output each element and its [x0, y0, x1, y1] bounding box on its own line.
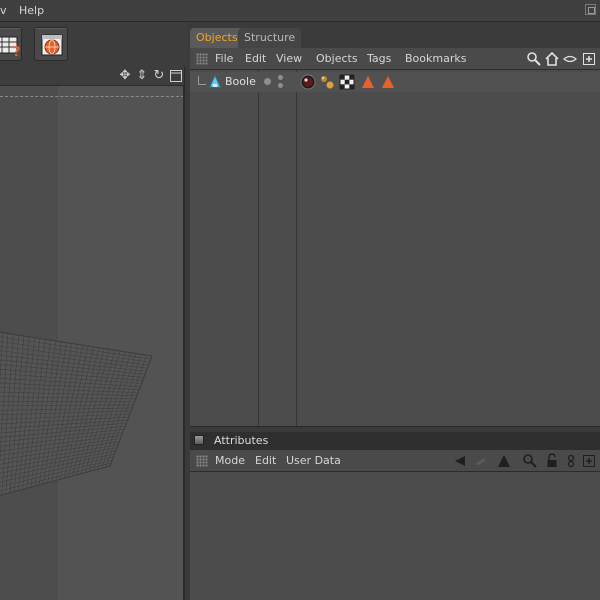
objects-menu-bar: File Edit View Objects Tags Bookmarks: [190, 48, 600, 70]
menu-bar: v Help: [0, 0, 600, 22]
render-visibility-icon[interactable]: [278, 83, 283, 88]
up-arrow-icon[interactable]: [496, 453, 512, 469]
forward-arrow-icon[interactable]: [472, 453, 488, 469]
render-settings-button[interactable]: ?: [0, 27, 22, 61]
objects-menu-bookmarks[interactable]: Bookmarks: [405, 52, 466, 65]
link-icon[interactable]: [563, 453, 579, 469]
tree-connector: [198, 76, 206, 85]
new-window-icon[interactable]: [581, 51, 597, 67]
tab-structure[interactable]: Structure: [238, 28, 302, 48]
grip-icon[interactable]: [196, 455, 208, 467]
lock-icon[interactable]: [544, 453, 560, 469]
attributes-icon: [194, 435, 204, 445]
object-name[interactable]: Boole: [225, 75, 256, 88]
spheres-tag-icon[interactable]: [319, 74, 335, 90]
menu-item-view[interactable]: v: [0, 4, 7, 17]
viewport-header: ✥ ⇕ ↻: [0, 66, 188, 86]
object-row-boole[interactable]: Boole: [190, 72, 600, 92]
home-icon[interactable]: [544, 51, 560, 67]
objects-menu-file[interactable]: File: [215, 52, 233, 65]
attributes-menu-bar: Mode Edit User Data: [190, 450, 600, 472]
boole-icon: [209, 75, 221, 88]
eye-icon[interactable]: [562, 51, 578, 67]
back-arrow-icon[interactable]: [452, 453, 468, 469]
triangle-tag-icon[interactable]: [360, 74, 376, 90]
objects-menu-view[interactable]: View: [276, 52, 302, 65]
attributes-menu-edit[interactable]: Edit: [255, 454, 276, 467]
column-divider: [258, 70, 259, 426]
maximize-icon[interactable]: [169, 69, 183, 83]
objects-menu-edit[interactable]: Edit: [245, 52, 266, 65]
search-icon[interactable]: [526, 51, 542, 67]
move-icon[interactable]: ✥: [118, 69, 132, 83]
triangle-tag-icon[interactable]: [380, 74, 396, 90]
render-globe-icon: [41, 34, 63, 56]
objects-list[interactable]: Boole: [190, 70, 600, 426]
manager-tabs: Objects Structure: [190, 26, 600, 48]
material-tag-icon[interactable]: [300, 74, 316, 90]
objects-menu-tags[interactable]: Tags: [367, 52, 391, 65]
attributes-title: Attributes: [214, 434, 269, 447]
attributes-panel[interactable]: [190, 472, 600, 600]
new-window-icon[interactable]: [581, 453, 597, 469]
zoom-icon[interactable]: ⇕: [135, 69, 149, 83]
search-icon[interactable]: [522, 453, 538, 469]
column-divider: [296, 70, 297, 426]
editor-visibility-icon[interactable]: [278, 75, 283, 80]
svg-text:?: ?: [13, 45, 21, 60]
attributes-menu-mode[interactable]: Mode: [215, 454, 245, 467]
attributes-menu-user-data[interactable]: User Data: [286, 454, 341, 467]
checker-tag-icon[interactable]: [339, 74, 355, 90]
rotate-icon[interactable]: ↻: [152, 69, 166, 83]
viewport[interactable]: [0, 86, 184, 600]
grip-icon[interactable]: [196, 53, 208, 65]
floor-grid: [0, 331, 153, 496]
render-view-button[interactable]: [34, 27, 68, 61]
menu-item-help[interactable]: Help: [19, 4, 44, 17]
window-restore-icon[interactable]: [585, 4, 596, 15]
attributes-header: Attributes: [190, 432, 600, 450]
visibility-dot-icon[interactable]: [264, 78, 271, 85]
main-toolbar: ?: [0, 22, 188, 66]
tab-objects[interactable]: Objects: [190, 28, 244, 48]
render-settings-icon: ?: [0, 36, 21, 60]
objects-menu-objects[interactable]: Objects: [316, 52, 358, 65]
